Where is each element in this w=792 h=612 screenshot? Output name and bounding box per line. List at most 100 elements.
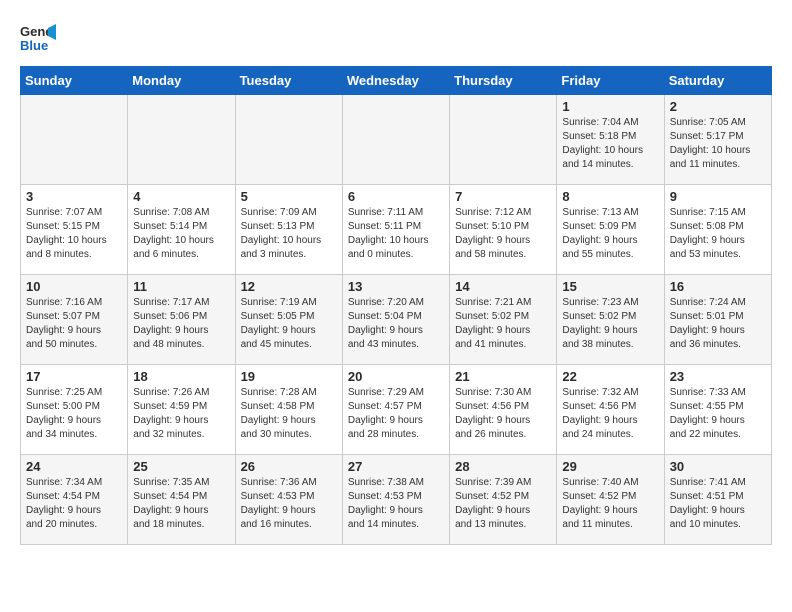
- calendar-table: SundayMondayTuesdayWednesdayThursdayFrid…: [20, 66, 772, 545]
- page-header: General Blue: [20, 20, 772, 56]
- weekday-header-monday: Monday: [128, 67, 235, 95]
- calendar-cell: 22Sunrise: 7:32 AM Sunset: 4:56 PM Dayli…: [557, 365, 664, 455]
- calendar-cell: 20 Sunrise: 7:29 AM Sunset: 4:57 PM Dayli…: [342, 365, 449, 455]
- day-info: Sunrise: 7:07 AM Sunset: 5:15 PM Dayligh…: [26, 206, 122, 262]
- day-info: Sunrise: 7:25 AM Sunset: 5:00 PM Dayligh…: [26, 386, 122, 442]
- day-info: Sunrise: 7:34 AM Sunset: 4:54 PM Dayligh…: [26, 476, 122, 532]
- day-number: 10: [26, 279, 122, 294]
- day-number: 7: [455, 189, 551, 204]
- day-number: 30: [670, 459, 766, 474]
- weekday-header-friday: Friday: [557, 67, 664, 95]
- day-number: 20: [348, 369, 444, 384]
- day-info: Sunrise: 7:26 AM Sunset: 4:59 PM Dayligh…: [133, 386, 229, 442]
- day-info: Sunrise: 7:30 AM Sunset: 4:56 PM Dayligh…: [455, 386, 551, 442]
- calendar-cell: 10 Sunrise: 7:16 AM Sunset: 5:07 PM Dayli…: [21, 275, 128, 365]
- day-number: 14: [455, 279, 551, 294]
- weekday-header-tuesday: Tuesday: [235, 67, 342, 95]
- day-number: 15: [562, 279, 658, 294]
- day-number: 27: [348, 459, 444, 474]
- day-number: 26: [241, 459, 337, 474]
- weekday-header-wednesday: Wednesday: [342, 67, 449, 95]
- day-info: Sunrise: 7:35 AM Sunset: 4:54 PM Dayligh…: [133, 476, 229, 532]
- calendar-cell: [21, 95, 128, 185]
- calendar-cell: 2 Sunrise: 7:05 AM Sunset: 5:17 PM Daylig…: [664, 95, 771, 185]
- day-info: Sunrise: 7:13 AM Sunset: 5:09 PM Dayligh…: [562, 206, 658, 262]
- calendar-cell: [450, 95, 557, 185]
- day-number: 16: [670, 279, 766, 294]
- calendar-cell: 18 Sunrise: 7:26 AM Sunset: 4:59 PM Dayli…: [128, 365, 235, 455]
- day-number: 18: [133, 369, 229, 384]
- day-info: Sunrise: 7:23 AM Sunset: 5:02 PM Dayligh…: [562, 296, 658, 352]
- day-number: 19: [241, 369, 337, 384]
- day-number: 5: [241, 189, 337, 204]
- day-info: Sunrise: 7:33 AM Sunset: 4:55 PM Dayligh…: [670, 386, 766, 442]
- calendar-cell: 23 Sunrise: 7:33 AM Sunset: 4:55 PM Dayli…: [664, 365, 771, 455]
- calendar-cell: 28 Sunrise: 7:39 AM Sunset: 4:52 PM Dayli…: [450, 455, 557, 545]
- weekday-header-thursday: Thursday: [450, 67, 557, 95]
- day-number: 29: [562, 459, 658, 474]
- day-number: 25: [133, 459, 229, 474]
- day-info: Sunrise: 7:12 AM Sunset: 5:10 PM Dayligh…: [455, 206, 551, 262]
- day-number: 13: [348, 279, 444, 294]
- day-info: Sunrise: 7:41 AM Sunset: 4:51 PM Dayligh…: [670, 476, 766, 532]
- calendar-cell: 26Sunrise: 7:36 AM Sunset: 4:53 PM Dayli…: [235, 455, 342, 545]
- day-info: Sunrise: 7:39 AM Sunset: 4:52 PM Dayligh…: [455, 476, 551, 532]
- calendar-cell: 29 Sunrise: 7:40 AM Sunset: 4:52 PM Dayli…: [557, 455, 664, 545]
- calendar-cell: [128, 95, 235, 185]
- calendar-cell: 14 Sunrise: 7:21 AM Sunset: 5:02 PM Dayli…: [450, 275, 557, 365]
- calendar-cell: 27 Sunrise: 7:38 AM Sunset: 4:53 PM Dayli…: [342, 455, 449, 545]
- day-info: Sunrise: 7:17 AM Sunset: 5:06 PM Dayligh…: [133, 296, 229, 352]
- calendar-cell: 17 Sunrise: 7:25 AM Sunset: 5:00 PM Dayli…: [21, 365, 128, 455]
- day-number: 4: [133, 189, 229, 204]
- logo: General Blue: [20, 20, 60, 56]
- day-number: 24: [26, 459, 122, 474]
- svg-text:Blue: Blue: [20, 38, 48, 53]
- day-number: 17: [26, 369, 122, 384]
- day-number: 28: [455, 459, 551, 474]
- day-info: Sunrise: 7:15 AM Sunset: 5:08 PM Dayligh…: [670, 206, 766, 262]
- day-number: 2: [670, 99, 766, 114]
- day-number: 1: [562, 99, 658, 114]
- day-info: Sunrise: 7:19 AM Sunset: 5:05 PM Dayligh…: [241, 296, 337, 352]
- day-number: 9: [670, 189, 766, 204]
- day-info: Sunrise: 7:24 AM Sunset: 5:01 PM Dayligh…: [670, 296, 766, 352]
- day-info: Sunrise: 7:08 AM Sunset: 5:14 PM Dayligh…: [133, 206, 229, 262]
- weekday-header-saturday: Saturday: [664, 67, 771, 95]
- calendar-cell: 16 Sunrise: 7:24 AM Sunset: 5:01 PM Dayli…: [664, 275, 771, 365]
- calendar-cell: 5Sunrise: 7:09 AM Sunset: 5:13 PM Daylig…: [235, 185, 342, 275]
- day-info: Sunrise: 7:21 AM Sunset: 5:02 PM Dayligh…: [455, 296, 551, 352]
- calendar-cell: 24 Sunrise: 7:34 AM Sunset: 4:54 PM Dayli…: [21, 455, 128, 545]
- calendar-cell: 9 Sunrise: 7:15 AM Sunset: 5:08 PM Daylig…: [664, 185, 771, 275]
- calendar-cell: 19 Sunrise: 7:28 AM Sunset: 4:58 PM Dayli…: [235, 365, 342, 455]
- day-info: Sunrise: 7:28 AM Sunset: 4:58 PM Dayligh…: [241, 386, 337, 442]
- day-number: 21: [455, 369, 551, 384]
- calendar-cell: 21 Sunrise: 7:30 AM Sunset: 4:56 PM Dayli…: [450, 365, 557, 455]
- day-number: 3: [26, 189, 122, 204]
- day-info: Sunrise: 7:38 AM Sunset: 4:53 PM Dayligh…: [348, 476, 444, 532]
- calendar-cell: 12Sunrise: 7:19 AM Sunset: 5:05 PM Dayli…: [235, 275, 342, 365]
- day-info: Sunrise: 7:40 AM Sunset: 4:52 PM Dayligh…: [562, 476, 658, 532]
- calendar-cell: 15 Sunrise: 7:23 AM Sunset: 5:02 PM Dayli…: [557, 275, 664, 365]
- calendar-cell: 3 Sunrise: 7:07 AM Sunset: 5:15 PM Daylig…: [21, 185, 128, 275]
- calendar-cell: 6 Sunrise: 7:11 AM Sunset: 5:11 PM Daylig…: [342, 185, 449, 275]
- day-info: Sunrise: 7:29 AM Sunset: 4:57 PM Dayligh…: [348, 386, 444, 442]
- day-info: Sunrise: 7:05 AM Sunset: 5:17 PM Dayligh…: [670, 116, 766, 172]
- day-number: 11: [133, 279, 229, 294]
- day-info: Sunrise: 7:04 AM Sunset: 5:18 PM Dayligh…: [562, 116, 658, 172]
- day-info: Sunrise: 7:16 AM Sunset: 5:07 PM Dayligh…: [26, 296, 122, 352]
- calendar-cell: 30 Sunrise: 7:41 AM Sunset: 4:51 PM Dayli…: [664, 455, 771, 545]
- calendar-cell: 7 Sunrise: 7:12 AM Sunset: 5:10 PM Daylig…: [450, 185, 557, 275]
- calendar-cell: 25 Sunrise: 7:35 AM Sunset: 4:54 PM Dayli…: [128, 455, 235, 545]
- calendar-cell: 13 Sunrise: 7:20 AM Sunset: 5:04 PM Dayli…: [342, 275, 449, 365]
- calendar-cell: 11 Sunrise: 7:17 AM Sunset: 5:06 PM Dayli…: [128, 275, 235, 365]
- calendar-cell: 4 Sunrise: 7:08 AM Sunset: 5:14 PM Daylig…: [128, 185, 235, 275]
- day-number: 8: [562, 189, 658, 204]
- day-info: Sunrise: 7:32 AM Sunset: 4:56 PM Dayligh…: [562, 386, 658, 442]
- day-number: 23: [670, 369, 766, 384]
- calendar-cell: [342, 95, 449, 185]
- calendar-cell: 8 Sunrise: 7:13 AM Sunset: 5:09 PM Daylig…: [557, 185, 664, 275]
- weekday-header-sunday: Sunday: [21, 67, 128, 95]
- day-info: Sunrise: 7:11 AM Sunset: 5:11 PM Dayligh…: [348, 206, 444, 262]
- day-info: Sunrise: 7:20 AM Sunset: 5:04 PM Dayligh…: [348, 296, 444, 352]
- day-number: 6: [348, 189, 444, 204]
